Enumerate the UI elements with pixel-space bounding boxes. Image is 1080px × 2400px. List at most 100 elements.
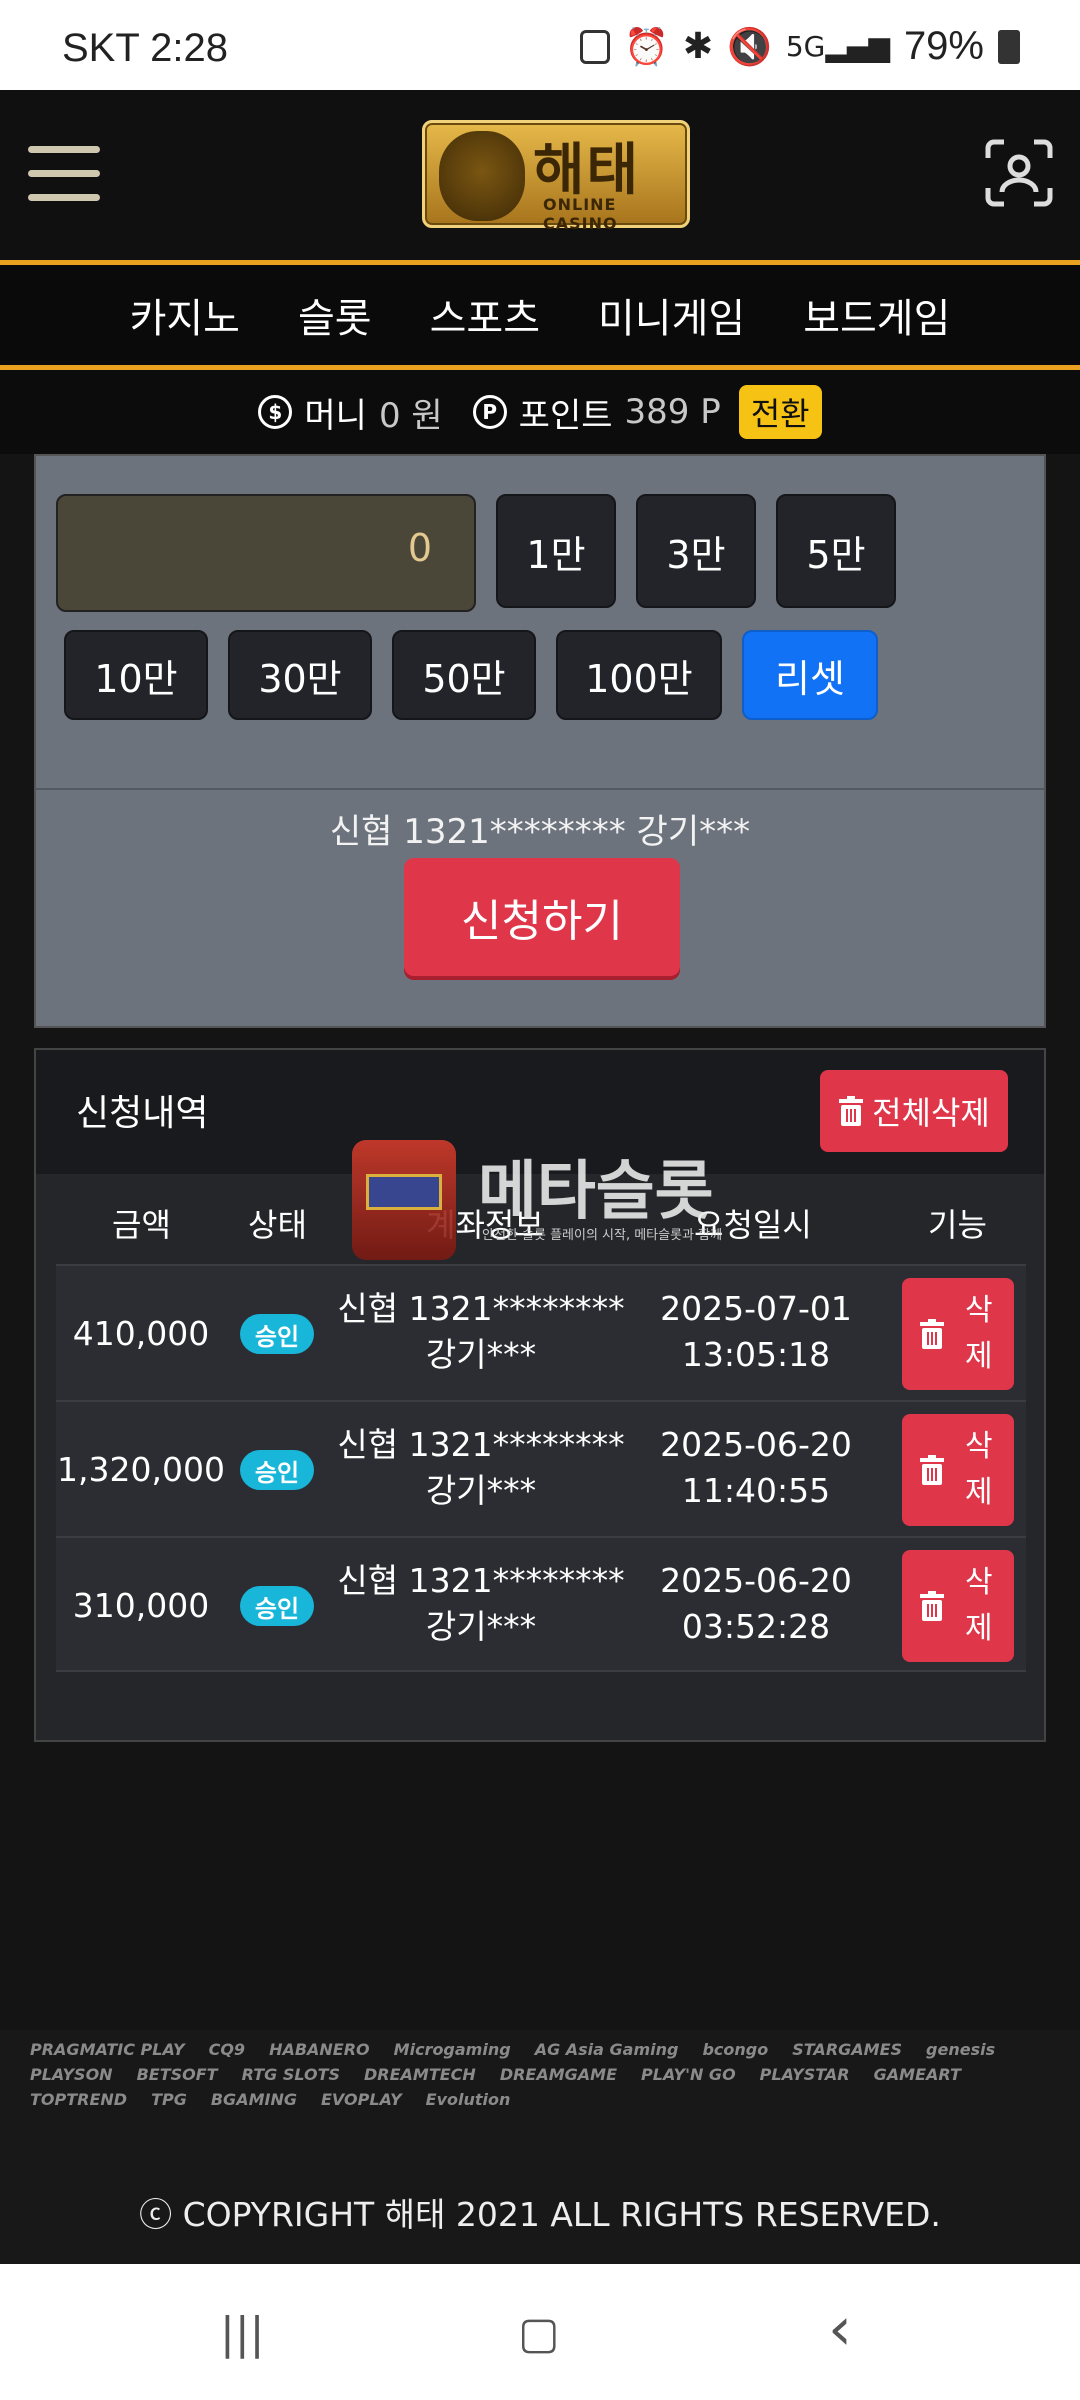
battery-percent: 79% xyxy=(903,24,984,68)
row-amount: 310,000 xyxy=(72,1586,210,1625)
row-datetime: 2025-07-01 13:05:18 xyxy=(660,1289,852,1374)
convert-button[interactable]: 전환 xyxy=(738,385,822,439)
system-nav-bar: ||| ▢ ‹ xyxy=(0,2264,1080,2400)
delete-button[interactable]: 삭제 xyxy=(902,1414,1014,1526)
home-button[interactable]: ▢ xyxy=(518,2308,560,2359)
lion-icon xyxy=(439,131,525,221)
table-row: 310,000 승인 신협 1321******** 강기*** 2025-06-… xyxy=(56,1536,1026,1672)
provider-logo: TOPTREND xyxy=(30,2090,128,2109)
battery-icon xyxy=(998,29,1020,64)
withdraw-form: 0 1만 3만 5만 10만 30만 50만 100만 리셋 신협 1321**… xyxy=(34,454,1046,1028)
provider-logo: DREAMTECH xyxy=(364,2065,476,2084)
trash-icon xyxy=(920,1591,944,1621)
watermark-tagline: 안전한 슬롯 플레이의 시작, 메타슬롯과 함께 xyxy=(482,1228,723,1243)
provider-logo: TPG xyxy=(151,2090,187,2109)
col-amount: 금액 xyxy=(112,1206,171,1244)
provider-logo: DREAMGAME xyxy=(499,2065,618,2084)
nav-item-slot[interactable]: 슬롯 xyxy=(298,286,372,344)
category-nav: 카지노 슬롯 스포츠 미니게임 보드게임 xyxy=(0,260,1080,370)
site-header: 해태 ONLINE CASINO xyxy=(0,90,1080,260)
history-title: 신청내역 xyxy=(76,1093,209,1134)
provider-logo: BGAMING xyxy=(210,2090,297,2109)
dollar-icon: $ xyxy=(258,395,293,429)
row-account: 신협 1321******** 강기*** xyxy=(337,1425,625,1510)
back-button[interactable]: ‹ xyxy=(828,2294,852,2364)
notification-icon xyxy=(579,29,610,64)
slot-machine-icon xyxy=(352,1140,456,1260)
add-50k-button[interactable]: 5만 xyxy=(776,494,896,608)
nav-item-casino[interactable]: 카지노 xyxy=(130,286,240,344)
add-1m-button[interactable]: 100만 xyxy=(556,630,722,720)
row-datetime: 2025-06-20 03:52:28 xyxy=(660,1561,852,1646)
row-amount: 1,320,000 xyxy=(57,1450,225,1489)
provider-logo: GAMEART xyxy=(873,2065,961,2084)
status-time: SKT 2:28 xyxy=(62,26,229,70)
provider-logo: PLAYSTAR xyxy=(759,2065,850,2084)
add-300k-button[interactable]: 30만 xyxy=(228,630,372,720)
screen: SKT 2:28 ⏰ ✱ 🔇 5G▂▄▆ 79% 해태 ONLINE CASIN… xyxy=(0,0,1080,2400)
add-100k-button[interactable]: 10만 xyxy=(64,630,208,720)
provider-logos: PRAGMATIC PLAY CQ9 HABANERO Microgaming … xyxy=(30,2040,1050,2109)
apply-button[interactable]: 신청하기 xyxy=(404,858,680,976)
provider-logo: bcongo xyxy=(702,2040,769,2059)
footer: PRAGMATIC PLAY CQ9 HABANERO Microgaming … xyxy=(0,2030,1080,2266)
add-30k-button[interactable]: 3만 xyxy=(636,494,756,608)
amount-value: 0 xyxy=(407,526,432,570)
money-label: 머니 xyxy=(304,395,367,436)
face-scan-icon[interactable] xyxy=(984,138,1054,208)
account-info: 신협 1321******** 강기*** xyxy=(329,812,751,852)
status-badge: 승인 xyxy=(240,1314,314,1354)
amount-input[interactable]: 0 xyxy=(56,494,476,612)
nav-item-minigame[interactable]: 미니게임 xyxy=(598,286,745,344)
provider-logo: HABANERO xyxy=(269,2040,370,2059)
delete-all-label: 전체삭제 xyxy=(872,1094,990,1132)
status-icons: ⏰ ✱ 🔇 5G▂▄▆ 79% xyxy=(579,24,1020,69)
point-label: 포인트 xyxy=(518,395,613,436)
provider-logo: Microgaming xyxy=(393,2040,511,2059)
delete-button[interactable]: 삭제 xyxy=(902,1550,1014,1662)
status-badge: 승인 xyxy=(240,1586,314,1626)
trash-icon xyxy=(920,1319,944,1349)
delete-button[interactable]: 삭제 xyxy=(902,1278,1014,1390)
recent-apps-button[interactable]: ||| xyxy=(220,2308,264,2359)
row-account: 신협 1321******** 강기*** xyxy=(337,1561,625,1646)
provider-logo: Evolution xyxy=(425,2090,511,2109)
status-badge: 승인 xyxy=(240,1450,314,1490)
provider-logo: PRAGMATIC PLAY xyxy=(30,2040,185,2059)
provider-logo: CQ9 xyxy=(208,2040,246,2059)
row-amount: 410,000 xyxy=(72,1314,210,1353)
point-value: 389 P xyxy=(624,392,721,432)
status-bar: SKT 2:28 ⏰ ✱ 🔇 5G▂▄▆ 79% xyxy=(0,0,1080,90)
delete-label: 삭제 xyxy=(965,1565,993,1646)
trash-icon xyxy=(920,1455,944,1485)
provider-logo: STARGAMES xyxy=(792,2040,903,2059)
delete-label: 삭제 xyxy=(965,1429,993,1510)
table-row: 410,000 승인 신협 1321******** 강기*** 2025-07-… xyxy=(56,1264,1026,1400)
nav-item-boardgame[interactable]: 보드게임 xyxy=(803,286,950,344)
bluetooth-icon: ✱ xyxy=(682,26,713,67)
site-logo[interactable]: 해태 ONLINE CASINO xyxy=(422,120,690,233)
logo-english: ONLINE CASINO xyxy=(543,195,618,233)
mute-icon: 🔇 xyxy=(726,26,772,68)
point-icon: P xyxy=(472,395,507,429)
trash-icon xyxy=(839,1096,864,1126)
table-row: 1,320,000 승인 신협 1321******** 강기*** 2025-0… xyxy=(56,1400,1026,1536)
menu-icon[interactable] xyxy=(28,146,100,206)
signal-icon: 5G▂▄▆ xyxy=(785,30,890,63)
divider xyxy=(36,788,1044,790)
delete-all-button[interactable]: 전체삭제 xyxy=(820,1070,1008,1152)
provider-logo: PLAYSON xyxy=(30,2065,113,2084)
row-datetime: 2025-06-20 11:40:55 xyxy=(660,1425,852,1510)
watermark: 메타슬롯 안전한 슬롯 플레이의 시작, 메타슬롯과 함께 xyxy=(352,1140,772,1260)
row-account: 신협 1321******** 강기*** xyxy=(337,1289,625,1374)
col-action: 기능 xyxy=(928,1206,987,1244)
add-500k-button[interactable]: 50만 xyxy=(392,630,536,720)
reset-button[interactable]: 리셋 xyxy=(742,630,878,720)
provider-logo: RTG SLOTS xyxy=(241,2065,340,2084)
logo-korean: 해태 xyxy=(533,138,641,203)
alarm-icon: ⏰ xyxy=(623,26,669,68)
add-10k-button[interactable]: 1만 xyxy=(496,494,616,608)
watermark-brand: 메타슬롯 xyxy=(478,1155,714,1229)
nav-item-sports[interactable]: 스포츠 xyxy=(430,286,540,344)
provider-logo: BETSOFT xyxy=(136,2065,218,2084)
